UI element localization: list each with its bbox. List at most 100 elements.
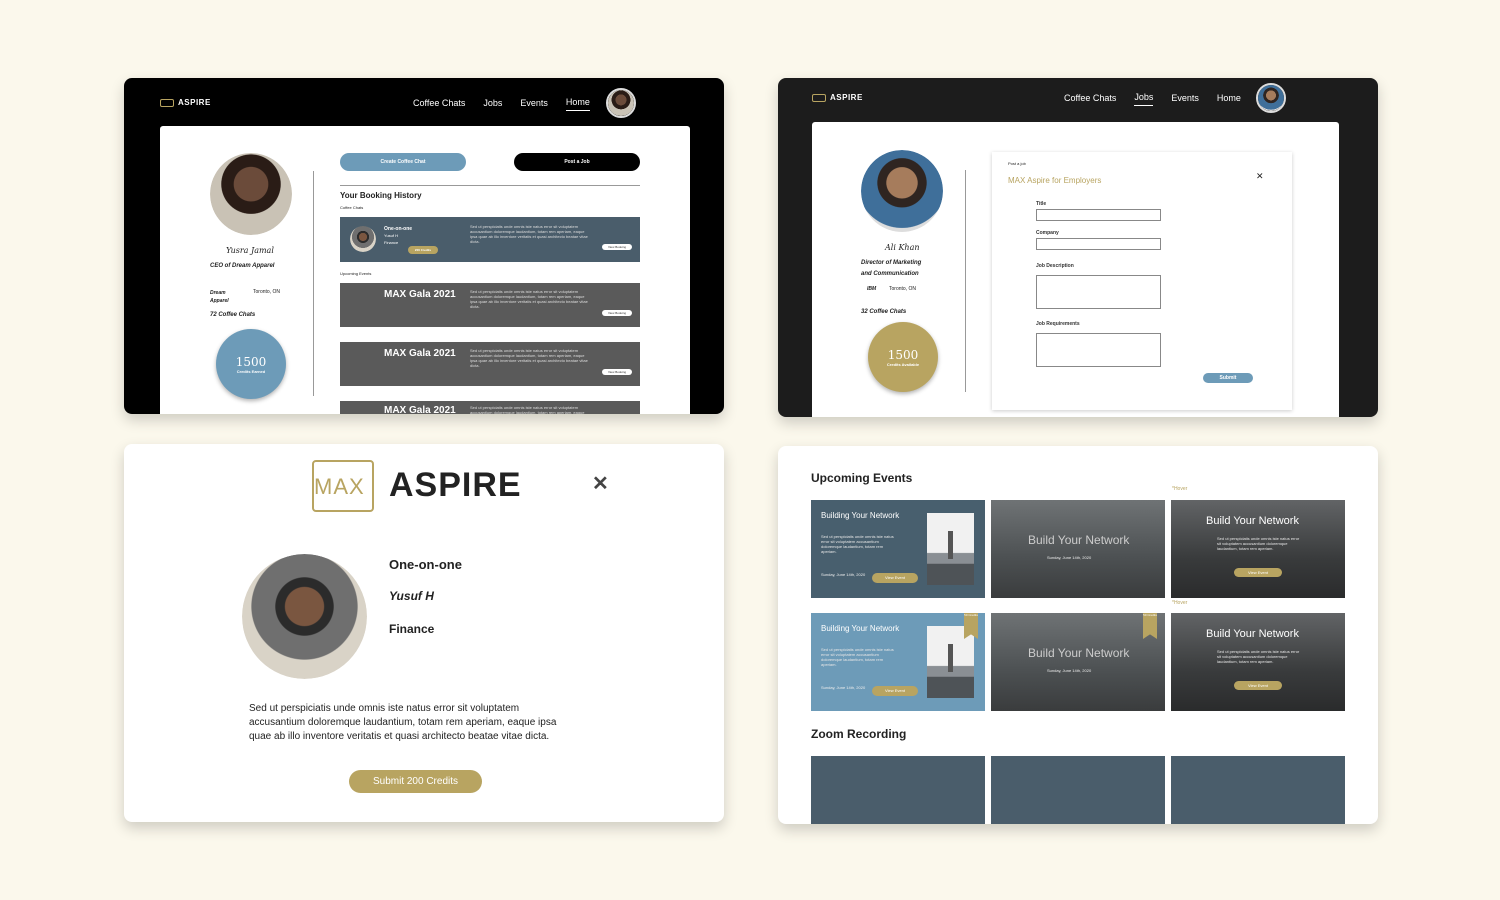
credits-label: Credits Available	[886, 361, 920, 367]
zoom-recording-card[interactable]	[811, 756, 985, 824]
hover-note-1: *Hover	[1172, 486, 1188, 492]
user-avatar[interactable]	[606, 88, 636, 118]
modal-brand: ASPIRE	[389, 466, 522, 504]
nav-home[interactable]: Home	[565, 97, 590, 111]
coffee-chat-count: 32 Coffee Chats	[861, 309, 907, 315]
submit-credits-button[interactable]: Submit 200 Credits	[349, 770, 482, 793]
company-field[interactable]	[1036, 238, 1161, 250]
divider	[965, 170, 966, 392]
profile-photo-image	[861, 150, 943, 232]
nav-jobs[interactable]: Jobs	[1134, 92, 1154, 106]
profile-photo	[861, 150, 943, 232]
company-label: Company	[1036, 230, 1059, 236]
profile-title-1: Director of Marketing	[861, 260, 922, 266]
hover-note-2: *Hover	[1172, 600, 1188, 606]
profile-panel: Yusra Jamal CEO of Dream Apparel Dream A…	[160, 126, 690, 414]
max-logo-icon	[160, 98, 174, 107]
avatar-photo	[608, 90, 634, 116]
view-booking-button[interactable]: View Booking	[602, 369, 632, 375]
credits-label: Credits Earned	[236, 368, 266, 374]
close-icon[interactable]: ✕	[1256, 171, 1264, 182]
event-item-2[interactable]: MAX Gala 2021 Sed ut perspiciatis unde o…	[340, 342, 640, 386]
brand[interactable]: ASPIRE	[812, 93, 863, 102]
coffee-chats-label: Coffee Chats	[340, 205, 364, 210]
view-event-button[interactable]: View Event	[872, 573, 918, 583]
booking-type: One-on-one	[384, 226, 413, 232]
create-coffee-chat-button[interactable]: Create Coffee Chat	[340, 153, 466, 171]
nav-links: Coffee Chats Jobs Events Home	[413, 97, 590, 111]
upcoming-events-heading: Upcoming Events	[811, 471, 913, 485]
credits-number: 1500	[887, 347, 919, 362]
zoom-recording-card[interactable]	[1171, 756, 1345, 824]
booking-item[interactable]: One-on-one Yusuf H Finance 200 Credits S…	[340, 217, 640, 262]
booking-modal: MAX ASPIRE ✕ One-on-one Yusuf H Finance …	[124, 444, 724, 822]
event-desc: Sed ut perspiciatis unde omnis iste natu…	[470, 348, 588, 368]
profile-name: Ali Khan	[885, 243, 920, 252]
title-field[interactable]	[1036, 209, 1161, 221]
nav-coffee-chats[interactable]: Coffee Chats	[1064, 93, 1116, 106]
profile-name: Yusra Jamal	[226, 246, 274, 255]
nav-events[interactable]: Events	[1171, 93, 1199, 106]
job-description-field[interactable]	[1036, 275, 1161, 309]
job-requirements-label: Job Requirements	[1036, 321, 1080, 327]
event-card[interactable]: Build Your Network Sunday, June 14th, 20…	[991, 500, 1165, 598]
booking-credits-badge: 200 Credits	[408, 246, 438, 254]
profile-company: IBM	[867, 286, 877, 292]
event-card-hover[interactable]: Build Your Network Sed ut perspiciatis u…	[1171, 613, 1345, 711]
event-card[interactable]: Building Your Network Sed ut perspiciati…	[811, 500, 985, 598]
event-desc: Sed ut perspiciatis unde omnis iste natu…	[1217, 649, 1300, 664]
nav-coffee-chats[interactable]: Coffee Chats	[413, 98, 465, 111]
job-description-label: Job Description	[1036, 263, 1074, 269]
event-card[interactable]: Build Your Network Sunday, June 14th, 20…	[991, 613, 1165, 711]
events-screen: Upcoming Events *Hover Building Your Net…	[778, 446, 1378, 824]
view-event-button[interactable]: View Event	[1234, 681, 1282, 690]
nav-jobs[interactable]: Jobs	[483, 98, 502, 111]
view-booking-button[interactable]: View Booking	[602, 244, 632, 250]
avatar-photo	[1258, 85, 1284, 111]
credits-number: 1500	[235, 354, 267, 369]
profile-photo	[210, 153, 292, 235]
view-event-button[interactable]: View Event	[1234, 568, 1282, 577]
title-label: Title	[1036, 201, 1047, 207]
credits-earned-circle: 1500 Credits Earned	[216, 329, 286, 399]
nav-home[interactable]: Home	[1217, 93, 1241, 106]
coffee-chat-count: 72 Coffee Chats	[210, 312, 256, 318]
zoom-recording-card[interactable]	[991, 756, 1165, 824]
profile-company: Dream Apparel	[210, 290, 229, 304]
event-desc: Sed ut perspiciatis unde omnis iste natu…	[821, 647, 894, 667]
booking-history-heading: Your Booking History	[340, 191, 422, 200]
job-requirements-field[interactable]	[1036, 333, 1161, 367]
event-card[interactable]: Building Your Network Sed ut perspiciati…	[811, 613, 985, 711]
profile-location: Toronto, ON	[253, 289, 280, 295]
event-desc: Sed ut perspiciatis unde omnis iste natu…	[470, 289, 588, 309]
event-title: Build Your Network	[1028, 533, 1130, 547]
booking-field: Finance	[384, 240, 399, 245]
event-card-hover[interactable]: Build Your Network Sed ut perspiciatis u…	[1171, 500, 1345, 598]
event-title: Building Your Network	[821, 511, 900, 520]
booking-avatar-photo	[350, 226, 376, 252]
job-form-panel: Post a job MAX Aspire for Employers ✕ Ti…	[992, 152, 1292, 410]
nav-links: Coffee Chats Jobs Events Home	[1064, 92, 1241, 106]
view-event-button[interactable]: View Event	[872, 686, 918, 696]
top-nav: ASPIRE Coffee Chats Jobs Events Home	[778, 78, 1378, 128]
divider	[313, 171, 314, 396]
event-desc: Sed ut perspiciatis unde omnis iste natu…	[470, 405, 585, 414]
mentor-field: Finance	[389, 622, 435, 636]
section-rule	[340, 185, 640, 186]
submit-button[interactable]: Submit	[1203, 373, 1253, 383]
close-icon[interactable]: ✕	[592, 471, 609, 496]
profile-home-screen: ASPIRE Coffee Chats Jobs Events Home Yus…	[124, 78, 724, 414]
brand[interactable]: ASPIRE	[160, 98, 211, 107]
event-title: MAX Gala 2021	[384, 289, 456, 300]
event-title: MAX Gala 2021	[384, 348, 456, 359]
view-booking-button[interactable]: View Booking	[602, 310, 632, 316]
event-item-1[interactable]: MAX Gala 2021 Sed ut perspiciatis unde o…	[340, 283, 640, 327]
event-title: Build Your Network	[1206, 628, 1299, 640]
profile-title-2: and Communication	[861, 271, 919, 277]
event-date: Sunday, June 14th, 2020	[1047, 668, 1092, 673]
event-item-3[interactable]: MAX Gala 2021 Sed ut perspiciatis unde o…	[340, 401, 640, 414]
nav-events[interactable]: Events	[520, 98, 548, 111]
user-avatar[interactable]	[1256, 83, 1286, 113]
top-nav: ASPIRE Coffee Chats Jobs Events Home	[124, 78, 724, 128]
post-job-button[interactable]: Post a Job	[514, 153, 640, 171]
